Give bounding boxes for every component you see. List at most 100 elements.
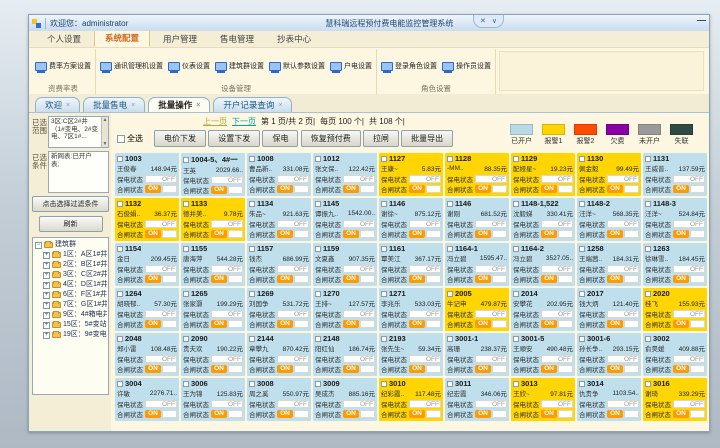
document-tab[interactable]: 批量售电 × (83, 97, 145, 112)
ribbon-tab[interactable]: 个人设置 (37, 31, 91, 47)
meter-checkbox[interactable] (117, 381, 123, 387)
tree-item[interactable]: + 9区：4#箱电井(4#箱... (43, 310, 107, 320)
ribbon-tab[interactable]: 用户管理 (153, 31, 207, 47)
meter-card[interactable]: 1012 张文保.. 122.42元 保电状态 OFF 合闸状态 ON (313, 153, 377, 196)
meter-checkbox[interactable] (315, 246, 321, 252)
tab-close-icon[interactable]: × (278, 102, 282, 109)
expand-icon[interactable]: + (43, 272, 50, 279)
meter-checkbox[interactable] (579, 336, 585, 342)
meter-checkbox[interactable] (447, 201, 453, 207)
meter-checkbox[interactable] (381, 291, 387, 297)
filter-select-button[interactable]: 点击选择过滤条件 (32, 196, 109, 212)
meter-checkbox[interactable] (513, 246, 519, 252)
document-tab[interactable]: 开户记录查询 × (213, 97, 292, 112)
tree-item[interactable]: + 7区：G区1#井 (43, 300, 107, 310)
meter-card[interactable]: 1134 朱品~ 921.63元 保电状态 OFF 合闸状态 ON (247, 198, 311, 241)
meter-card[interactable]: 1269 刘国争 531.72元 保电状态 OFF 合闸状态 ON (247, 288, 311, 331)
meter-card[interactable]: 1133 德井美.. 9.78元 保电状态 OFF 合闸状态 ON (181, 198, 245, 241)
meter-card[interactable]: 1004-5、4#一 王英 2029.66.. 保电状态 OFF 合闸状态 (181, 153, 245, 196)
meter-checkbox[interactable] (117, 336, 123, 342)
meter-card[interactable]: 3011 纪宏霞 346.06元 保电状态 OFF 合闸状态 ON (445, 378, 509, 421)
batch-action-button[interactable]: 批量导出 (401, 130, 453, 147)
meter-checkbox[interactable] (579, 156, 585, 162)
tree-item[interactable]: + 2区：B区1#井(B区1#... (43, 260, 107, 270)
meter-card[interactable]: 1271 李兆乐 533.03元 保电状态 OFF 合闸状态 ON (379, 288, 443, 331)
meter-card[interactable]: 3004 许敏 2276.71.. 保电状态 OFF 合闸状态 ON (115, 378, 179, 421)
meter-card[interactable]: 1258 王端茜.. 184.31元 保电状态 OFF 合闸状态 ON (577, 243, 641, 286)
meter-card[interactable]: 2005 牛记申 479.87元 保电状态 OFF 合闸状态 ON (445, 288, 509, 331)
tab-close-icon[interactable]: × (131, 102, 135, 109)
meter-checkbox[interactable] (579, 201, 585, 207)
meter-checkbox[interactable] (447, 156, 453, 162)
meter-card[interactable]: 1128 -MM.. 88.35元 保电状态 OFF 合闸状态 ON (445, 153, 509, 196)
meter-checkbox[interactable] (513, 336, 519, 342)
meter-card[interactable]: 2090 贵夫欢 190.22元 保电状态 OFF 合闸状态 ON (181, 333, 245, 376)
meter-card[interactable]: 1155 唐海萍 544.28元 保电状态 OFF 合闸状态 ON (181, 243, 245, 286)
ribbon-button[interactable]: 通讯管理机设置 (99, 59, 164, 73)
ribbon-button[interactable]: 建筑群设置 (214, 59, 265, 73)
ribbon-tab[interactable]: 系统配置 (94, 29, 150, 47)
meter-card[interactable]: 1008 曹品新.. 331.08元 保电状态 OFF 合闸状态 ON (247, 153, 311, 196)
meter-checkbox[interactable] (249, 246, 255, 252)
meter-card[interactable]: 1154 金日 209.45元 保电状态 OFF 合闸状态 ON (115, 243, 179, 286)
scrollbar[interactable]: ▲▼ (101, 117, 108, 147)
prev-page-link[interactable]: 上一页 (203, 116, 227, 127)
meter-card[interactable]: 1148-2 汪洋~ 568.35元 保电状态 OFF 合闸状态 ON (577, 198, 641, 241)
meter-card[interactable]: 3010 纪彩霞.. 117.48元 保电状态 OFF 合闸状态 ON (379, 378, 443, 421)
tree-item[interactable]: + 4区：D区1#井(D区1... (43, 280, 107, 290)
tree-item[interactable]: + 6区：F区1#井(F区1#... (43, 290, 107, 300)
meter-card[interactable]: 1161 覃美江 367.17元 保电状态 OFF 合闸状态 ON (379, 243, 443, 286)
meter-card[interactable]: 3006 王为锦 125.83元 保电状态 OFF 合闸状态 ON (181, 378, 245, 421)
expand-icon[interactable]: + (43, 252, 50, 259)
meter-checkbox[interactable] (579, 246, 585, 252)
meter-card[interactable]: 1127 王康~ 5.83元 保电状态 OFF 合闸状态 ON (379, 153, 443, 196)
meter-card[interactable]: 1130 佩金毅 99.49元 保电状态 OFF 合闸状态 ON (577, 153, 641, 196)
meter-checkbox[interactable] (315, 291, 321, 297)
meter-card[interactable]: 1131 王威普.. 137.59元 保电状态 OFF 合闸状态 ON (643, 153, 707, 196)
document-tab[interactable]: 批量操作 × (148, 97, 210, 112)
meter-checkbox[interactable] (513, 381, 519, 387)
meter-card[interactable]: 1157 钱杰 686.99元 保电状态 OFF 合闸状态 ON (247, 243, 311, 286)
ribbon-button[interactable]: 费率方案设置 (34, 59, 92, 73)
meter-checkbox[interactable] (381, 336, 387, 342)
ribbon-button[interactable]: 户电设置 (329, 59, 373, 73)
meter-checkbox[interactable] (183, 336, 189, 342)
meter-card[interactable]: 3001-1 高珊 238.37元 保电状态 OFF 合闸状态 ON (445, 333, 509, 376)
meter-checkbox[interactable] (447, 291, 453, 297)
meter-card[interactable]: 1159 文夏鑫 907.35元 保电状态 OFF 合闸状态 ON (313, 243, 377, 286)
tree-item[interactable]: + 3区：C区2#井(1#变... (43, 270, 107, 280)
ribbon-button[interactable]: 默认参数设置 (268, 59, 326, 73)
tree-item[interactable]: + 15区：5#变站(3#变... (43, 320, 107, 330)
meter-checkbox[interactable] (645, 291, 651, 297)
meter-card[interactable]: 3009 吴成杰 885.16元 保电状态 OFF 合闸状态 ON (313, 378, 377, 421)
chevron-down-icon[interactable]: ∨ (492, 17, 497, 25)
meter-card[interactable]: 3001-6 孙长争.. 293.15元 保电状态 OFF 合闸状态 ON (577, 333, 641, 376)
meter-checkbox[interactable] (249, 381, 255, 387)
ribbon-button[interactable]: 操作员设置 (441, 59, 492, 73)
expand-icon[interactable]: + (43, 332, 50, 339)
expand-icon[interactable]: + (43, 312, 50, 319)
meter-checkbox[interactable] (645, 201, 651, 207)
select-all[interactable]: 全选 (117, 133, 143, 144)
meter-checkbox[interactable] (447, 336, 453, 342)
meter-card[interactable]: 1263 徐琳雪.. 184.45元 保电状态 OFF 合闸状态 ON (643, 243, 707, 286)
ribbon-button[interactable]: 登录角色设置 (380, 59, 438, 73)
meter-checkbox[interactable] (447, 246, 453, 252)
tab-close-icon[interactable]: × (66, 102, 70, 109)
tree-item[interactable]: + 19区：9#变电站(2#... (43, 330, 107, 340)
meter-card[interactable]: 2148 阳红仙 186.74元 保电状态 OFF 合闸状态 ON (313, 333, 377, 376)
meter-card[interactable]: 3013 王欣~ 97.81元 保电状态 OFF 合闸状态 ON (511, 378, 575, 421)
meter-checkbox[interactable] (183, 246, 189, 252)
ribbon-button[interactable]: 仪表设置 (167, 59, 211, 73)
ribbon-tab[interactable]: 售电管理 (210, 31, 264, 47)
meter-checkbox[interactable] (579, 381, 585, 387)
document-tab[interactable]: 欢迎 × (35, 97, 80, 112)
meter-checkbox[interactable] (249, 291, 255, 297)
meter-card[interactable]: 1164-2 冯立碧 3527.05.. 保电状态 OFF 合闸状态 ON (511, 243, 575, 286)
meter-checkbox[interactable] (315, 201, 321, 207)
meter-checkbox[interactable] (117, 246, 123, 252)
meter-checkbox[interactable] (117, 291, 123, 297)
meter-card[interactable]: 3008 周之奚 550.97元 保电状态 OFF 合闸状态 ON (247, 378, 311, 421)
meter-card[interactable]: 3016 谢琦 339.29元 保电状态 OFF 合闸状态 ON (643, 378, 707, 421)
meter-card[interactable]: 2014 安攀花 202.95元 保电状态 OFF 合闸状态 ON (511, 288, 575, 331)
